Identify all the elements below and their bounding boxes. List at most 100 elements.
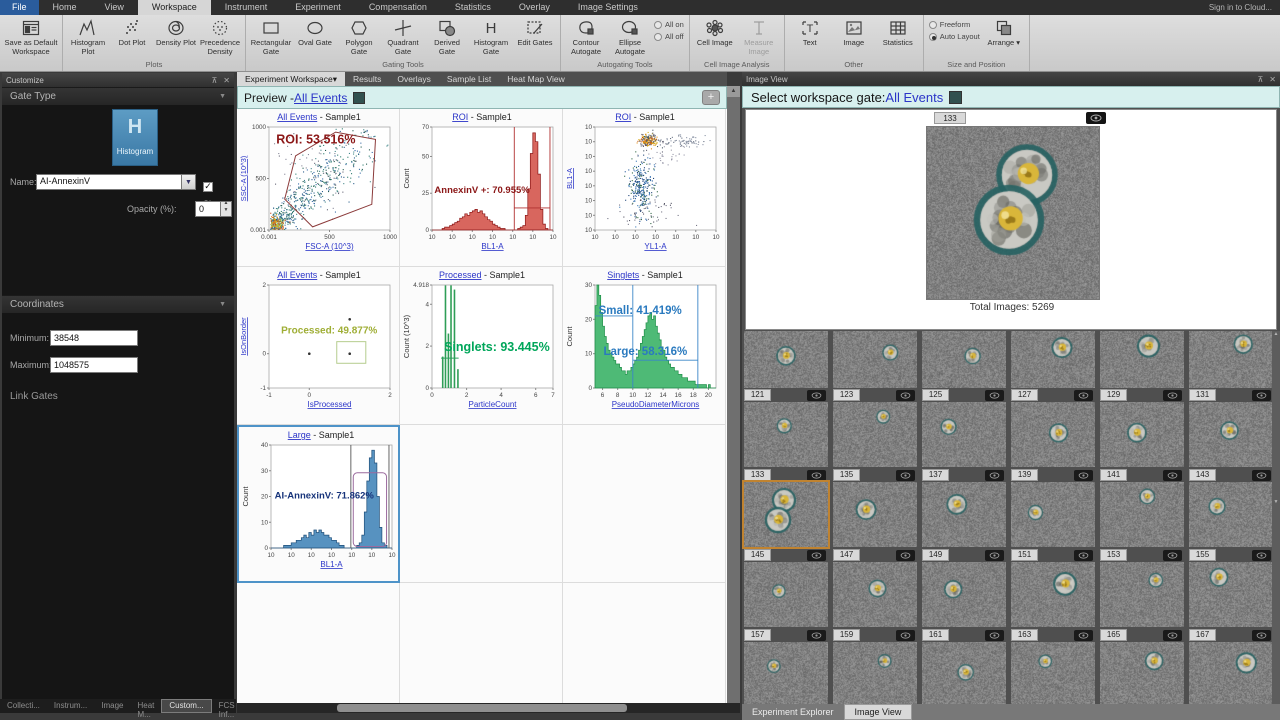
sidebar-tab-collecti[interactable]: Collecti...: [0, 699, 47, 713]
plot-title[interactable]: All Events - Sample1: [277, 270, 361, 280]
x-axis-label[interactable]: BL1-A: [320, 560, 343, 569]
eye-icon[interactable]: [1163, 470, 1182, 481]
eye-icon[interactable]: [896, 630, 915, 641]
plot-title[interactable]: All Events - Sample1: [277, 112, 361, 122]
plot-title[interactable]: Singlets - Sample1: [607, 270, 683, 280]
precedence-density-button[interactable]: Precedence Density: [198, 16, 242, 56]
radio-freeform[interactable]: Freeform: [929, 20, 980, 29]
gate-color-swatch[interactable]: [949, 91, 962, 104]
scroll-up-arrow[interactable]: ▲: [727, 86, 740, 97]
histogram-gate-button[interactable]: HHistogram Gate: [469, 16, 513, 56]
workspace-tab-sample-list[interactable]: Sample List: [439, 72, 499, 86]
gate-name-dropdown[interactable]: AI-AnnexinV ▼: [36, 174, 196, 190]
eye-icon[interactable]: [1163, 390, 1182, 401]
tab-view[interactable]: View: [91, 0, 138, 15]
eye-icon[interactable]: [896, 470, 915, 481]
thumbnail-image[interactable]: [833, 331, 917, 388]
thumbnail-image[interactable]: [922, 642, 1006, 704]
close-icon[interactable]: ✕: [223, 76, 230, 85]
panel-tab-experiment-explorer[interactable]: Experiment Explorer: [742, 704, 844, 720]
toggle-all-on[interactable]: All on: [654, 20, 684, 29]
contour-autogate-button[interactable]: Contour Autogate: [564, 16, 608, 56]
tab-compensation[interactable]: Compensation: [355, 0, 441, 15]
panel-tab-image-view[interactable]: Image View: [844, 704, 913, 720]
x-axis-label[interactable]: IsProcessed: [307, 400, 351, 409]
sidebar-tab-heat-m[interactable]: Heat M...: [130, 699, 161, 713]
tab-overlay[interactable]: Overlay: [505, 0, 564, 15]
workspace-tab-results[interactable]: Results: [345, 72, 389, 86]
eye-icon[interactable]: [1074, 390, 1093, 401]
eye-icon[interactable]: [985, 630, 1004, 641]
minimum-input[interactable]: [50, 330, 138, 346]
tab-image-settings[interactable]: Image Settings: [564, 0, 652, 15]
link-gates-label[interactable]: Link Gates: [10, 391, 58, 402]
gate-type-header[interactable]: Gate Type▼: [2, 87, 234, 105]
radio-auto-layout[interactable]: Auto Layout: [929, 32, 980, 41]
histogram-plot-button[interactable]: Histogram Plot: [66, 16, 110, 56]
ellipse-autogate-button[interactable]: Ellipse Autogate: [608, 16, 652, 56]
eye-icon[interactable]: [807, 390, 826, 401]
thumbnail-image[interactable]: [833, 482, 917, 547]
eye-icon[interactable]: [985, 470, 1004, 481]
toggle-all-off[interactable]: All off: [654, 32, 684, 41]
sidebar-tab-custom[interactable]: Custom...: [161, 699, 211, 713]
eye-icon[interactable]: [985, 550, 1004, 561]
thumbnail-image[interactable]: [922, 402, 1006, 467]
pin-icon[interactable]: ⊼: [1257, 75, 1263, 84]
save-as-default-workspace-button[interactable]: Save as Default Workspace: [3, 16, 59, 56]
edit-gates-button[interactable]: Edit Gates: [513, 16, 557, 48]
workspace-gate-link[interactable]: All Events: [885, 90, 943, 105]
thumbnail-image[interactable]: [1011, 331, 1095, 388]
thumbnail-image[interactable]: [833, 642, 917, 704]
workspace-horizontal-scrollbar[interactable]: [237, 703, 740, 713]
thumbnail-image[interactable]: [744, 642, 828, 704]
plot-tile-roi[interactable]: ROI - Sample1101010101010101010101010101…: [563, 109, 726, 267]
thumbnail-image[interactable]: [1100, 562, 1184, 627]
eye-icon[interactable]: [1252, 390, 1271, 401]
plot-title[interactable]: ROI - Sample1: [615, 112, 675, 122]
sidebar-tab-image[interactable]: Image: [94, 699, 130, 713]
thumbnail-image[interactable]: [1011, 482, 1095, 547]
thumbnail-image[interactable]: [1100, 331, 1184, 388]
plot-title[interactable]: ROI - Sample1: [452, 112, 512, 122]
thumbnail-image[interactable]: [1011, 402, 1095, 467]
thumbnail-image[interactable]: [833, 562, 917, 627]
thumbnail-image[interactable]: [1189, 642, 1273, 704]
thumbnail-scrollbar[interactable]: ▲▼: [1272, 331, 1280, 704]
eye-icon[interactable]: [807, 550, 826, 561]
add-plot-button[interactable]: +: [702, 90, 720, 105]
workspace-tab-overlays[interactable]: Overlays: [389, 72, 439, 86]
thumbnail-image[interactable]: [1189, 402, 1273, 467]
thumbnail-image[interactable]: [833, 402, 917, 467]
eye-icon[interactable]: [985, 390, 1004, 401]
dot-plot-button[interactable]: Dot Plot: [110, 16, 154, 48]
tab-file[interactable]: File: [0, 0, 39, 15]
thumbnail-image[interactable]: [1100, 642, 1184, 704]
preview-gate-link[interactable]: All Events: [294, 91, 347, 105]
eye-icon[interactable]: [1074, 470, 1093, 481]
eye-icon[interactable]: [1074, 550, 1093, 561]
image-button[interactable]: Image: [832, 16, 876, 48]
thumbnail-image[interactable]: [1011, 562, 1095, 627]
derived-gate-button[interactable]: Derived Gate: [425, 16, 469, 56]
cell-image-button[interactable]: Cell Image: [693, 16, 737, 48]
thumbnail-image[interactable]: [744, 331, 828, 388]
workspace-vertical-scrollbar[interactable]: ▲: [727, 86, 740, 703]
plot-tile-roi[interactable]: ROI - Sample1101010101010100255070BL1-AC…: [400, 109, 563, 267]
eye-icon[interactable]: [1086, 112, 1106, 124]
eye-icon[interactable]: [807, 470, 826, 481]
thumbnail-image[interactable]: [744, 562, 828, 627]
rectangular-gate-button[interactable]: Rectangular Gate: [249, 16, 293, 56]
tab-instrument[interactable]: Instrument: [211, 0, 282, 15]
thumbnail-image[interactable]: [1189, 331, 1273, 388]
thumbnail-image[interactable]: [744, 402, 828, 467]
tab-statistics[interactable]: Statistics: [441, 0, 505, 15]
sidebar-tab-instrum[interactable]: Instrum...: [47, 699, 94, 713]
x-axis-label[interactable]: ParticleCount: [468, 400, 517, 409]
plot-title[interactable]: Processed - Sample1: [439, 270, 525, 280]
pin-icon[interactable]: ⊼: [211, 76, 217, 85]
thumbnail-image[interactable]: [1189, 562, 1273, 627]
plot-tile-large[interactable]: Large - Sample110101010101010010203040BL…: [237, 425, 400, 583]
eye-icon[interactable]: [896, 550, 915, 561]
arrange-button[interactable]: Arrange ▾: [982, 16, 1026, 48]
